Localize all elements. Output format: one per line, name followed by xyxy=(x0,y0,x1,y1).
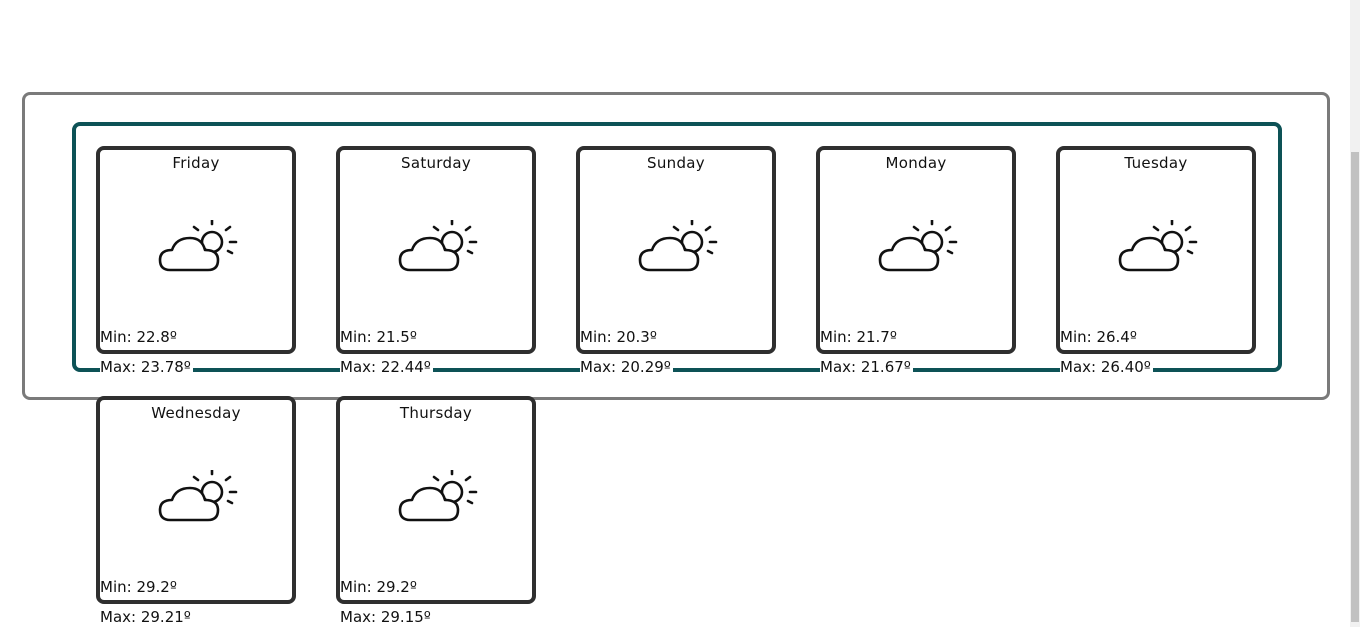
min-temperature: Min: 20.3º xyxy=(580,328,659,346)
max-temperature: Max: 23.78º xyxy=(100,358,193,376)
partly-cloudy-icon xyxy=(398,220,478,272)
forecast-page: Friday Min: 22.8º Max: 23.78º Saturday M… xyxy=(0,0,1360,627)
partly-cloudy-icon xyxy=(878,220,958,272)
day-card-friday: Friday Min: 22.8º Max: 23.78º xyxy=(96,146,296,376)
min-temperature: Min: 29.2º xyxy=(100,578,179,596)
partly-cloudy-icon xyxy=(638,220,718,272)
min-temperature: Min: 26.4º xyxy=(1060,328,1139,346)
day-card-tuesday: Tuesday Min: 26.4º Max: 26.40º xyxy=(1056,146,1256,376)
day-name: Thursday xyxy=(399,404,473,422)
max-temperature: Max: 21.67º xyxy=(820,358,913,376)
partly-cloudy-icon xyxy=(1118,220,1198,272)
day-name: Tuesday xyxy=(1124,154,1188,172)
partly-cloudy-icon xyxy=(398,470,478,522)
max-temperature: Max: 26.40º xyxy=(1060,358,1153,376)
min-temperature: Min: 22.8º xyxy=(100,328,179,346)
day-card-wednesday: Wednesday Min: 29.2º Max: 29.21º xyxy=(96,396,296,626)
day-card-thursday: Thursday Min: 29.2º Max: 29.15º xyxy=(336,396,536,626)
partly-cloudy-icon xyxy=(158,470,238,522)
day-card-saturday: Saturday Min: 21.5º Max: 22.44º xyxy=(336,146,536,376)
vertical-scrollbar[interactable] xyxy=(1350,0,1360,627)
day-name: Saturday xyxy=(401,154,471,172)
scrollbar-thumb[interactable] xyxy=(1351,152,1359,622)
day-card-monday: Monday Min: 21.7º Max: 21.67º xyxy=(816,146,1016,376)
day-name: Sunday xyxy=(647,154,705,172)
day-card-sunday: Sunday Min: 20.3º Max: 20.29º xyxy=(576,146,776,376)
max-temperature: Max: 20.29º xyxy=(580,358,673,376)
max-temperature: Max: 29.21º xyxy=(100,608,193,626)
day-name: Wednesday xyxy=(151,404,241,422)
min-temperature: Min: 21.7º xyxy=(820,328,899,346)
max-temperature: Max: 22.44º xyxy=(340,358,433,376)
day-name: Monday xyxy=(885,154,947,172)
partly-cloudy-icon xyxy=(158,220,238,272)
max-temperature: Max: 29.15º xyxy=(340,608,433,626)
day-name: Friday xyxy=(172,154,220,172)
min-temperature: Min: 29.2º xyxy=(340,578,419,596)
min-temperature: Min: 21.5º xyxy=(340,328,419,346)
